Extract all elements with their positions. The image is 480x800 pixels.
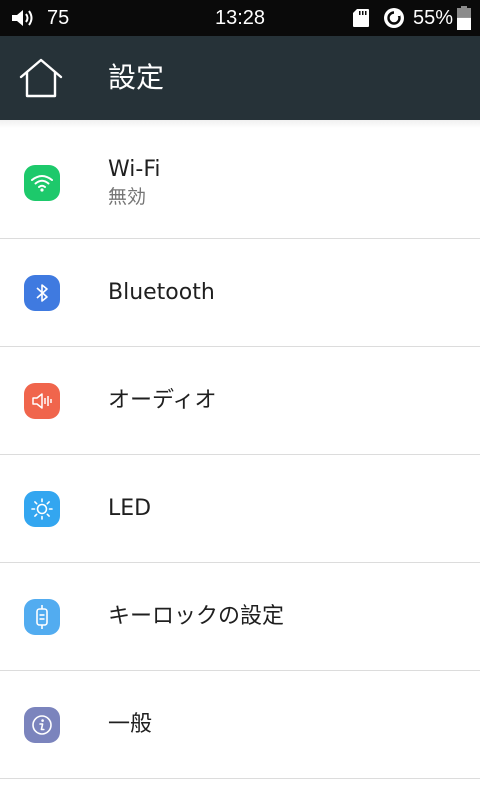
wifi-icon — [31, 175, 53, 192]
home-button[interactable] — [10, 48, 72, 108]
sun-icon — [31, 497, 53, 520]
speaker-icon — [32, 392, 52, 409]
status-bar: 75 13:28 55% — [0, 0, 480, 36]
status-clock: 13:28 — [214, 7, 266, 29]
sd-card-icon — [353, 9, 369, 27]
led-tile — [24, 490, 60, 527]
battery-percent: 55% — [413, 7, 454, 29]
page-title: 設定 — [108, 61, 165, 94]
setting-row-led[interactable]: LED — [0, 455, 480, 563]
setting-row-audio[interactable]: オーディオ — [0, 347, 480, 455]
setting-text: Wi-Fi 無効 — [108, 128, 161, 238]
sync-icon — [384, 8, 404, 28]
setting-label: Bluetooth — [108, 279, 215, 305]
wifi-tile — [24, 165, 60, 201]
bluetooth-tile — [24, 274, 60, 311]
battery-icon — [457, 6, 471, 30]
setting-text: LED — [108, 455, 151, 562]
bluetooth-icon — [36, 283, 48, 302]
app-bar: 設定 — [0, 36, 480, 120]
setting-text: Bluetooth — [108, 239, 215, 346]
setting-label: キーロックの設定 — [108, 603, 285, 629]
info-icon — [32, 714, 52, 735]
audio-tile — [24, 382, 60, 419]
setting-row-wifi[interactable]: Wi-Fi 無効 — [0, 128, 480, 239]
home-icon — [19, 58, 63, 98]
setting-text: 一般 — [108, 671, 152, 778]
general-tile — [24, 706, 60, 743]
keylock-tile — [24, 598, 60, 635]
setting-row-keylock[interactable]: キーロックの設定 — [0, 563, 480, 671]
setting-label: 一般 — [108, 711, 153, 737]
settings-list: Wi-Fi 無効 Bluetooth オーディオ LED キーロックの設定 一般 — [0, 128, 480, 779]
setting-label: オーディオ — [108, 387, 217, 413]
setting-summary: 無効 — [108, 186, 147, 208]
setting-text: オーディオ — [108, 347, 216, 454]
setting-row-general[interactable]: 一般 — [0, 671, 480, 779]
app-bar-shadow — [0, 120, 480, 128]
setting-label: Wi-Fi — [108, 157, 161, 182]
setting-row-bluetooth[interactable]: Bluetooth — [0, 239, 480, 347]
setting-text: キーロックの設定 — [108, 563, 284, 670]
key-lock-icon — [36, 604, 48, 629]
setting-label: LED — [108, 495, 152, 521]
